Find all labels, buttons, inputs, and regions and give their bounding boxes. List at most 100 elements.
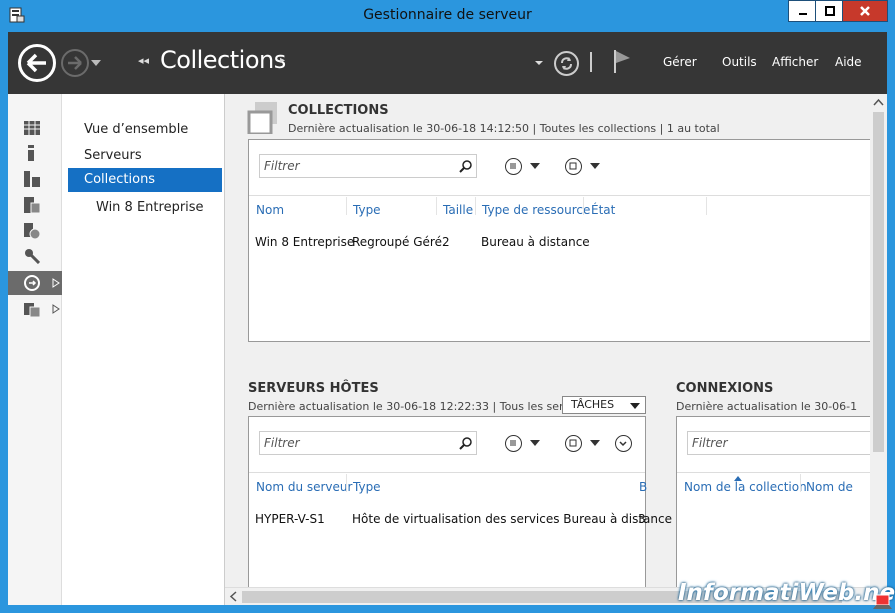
watermark: InformatiWeb.net [678, 580, 895, 606]
sidebar-local-server[interactable] [8, 141, 62, 165]
forward-button[interactable] [61, 49, 89, 77]
navigation-panel: Vue d’ensemble Serveurs Collections Win … [62, 94, 225, 605]
tasks-dropdown-icon [630, 403, 640, 409]
scroll-up-icon[interactable] [870, 96, 887, 110]
scroll-left-icon[interactable] [227, 588, 241, 605]
col-type[interactable]: Type [353, 480, 381, 494]
search-icon[interactable] [459, 159, 473, 173]
save-query-button[interactable] [565, 158, 582, 175]
title-bar[interactable]: Gestionnaire de serveur [0, 0, 895, 32]
col-etat[interactable]: État [591, 203, 615, 217]
list-options-button[interactable] [505, 158, 522, 175]
sidebar [8, 94, 62, 605]
nav-serveurs[interactable]: Serveurs [68, 144, 222, 168]
expand-button[interactable] [615, 435, 632, 452]
list-icon [510, 440, 516, 446]
connections-subtitle: Dernière actualisation le 30-06-1 [676, 400, 858, 413]
sidebar-remote-desktop-services[interactable] [8, 271, 62, 295]
save-icon [569, 162, 577, 170]
collections-title: COLLECTIONS [288, 103, 389, 118]
chevron-down-icon [619, 441, 627, 447]
search-icon[interactable] [459, 436, 473, 450]
vertical-scrollbar[interactable] [870, 94, 887, 605]
sidebar-dashboard[interactable] [8, 116, 62, 140]
col-taille[interactable]: Taille [443, 203, 473, 217]
close-button[interactable] [842, 0, 888, 22]
menu-afficher[interactable]: Afficher [772, 55, 818, 69]
arrow-left-icon [26, 53, 46, 73]
cell-truncated: 3 [638, 512, 646, 526]
menu-aide[interactable]: Aide [835, 55, 862, 69]
back-button[interactable] [18, 44, 56, 82]
menu-outils[interactable]: Outils [722, 55, 757, 69]
save-icon [569, 439, 577, 447]
dropdown-icon[interactable] [534, 60, 544, 66]
column-separator [475, 197, 476, 215]
col-nom-serveur[interactable]: Nom du serveur [256, 480, 352, 494]
collections-subtitle: Dernière actualisation le 30-06-18 14:12… [288, 122, 720, 135]
window-title: Gestionnaire de serveur [363, 7, 532, 23]
wrench-icon [25, 249, 40, 264]
cell-type: Hôte de virtualisation des services Bure… [352, 512, 672, 526]
hosts-filter-input[interactable]: Filtrer [259, 431, 477, 455]
minimize-icon [798, 13, 807, 15]
column-separator [583, 197, 584, 215]
connections-filter-bar: Filtrer [677, 417, 870, 473]
col-truncated[interactable]: Nom de [806, 480, 853, 494]
breadcrumb-title[interactable]: Collections [160, 46, 286, 74]
refresh-icon [561, 57, 572, 70]
cell-type-ressource: Bureau à distance [481, 235, 590, 249]
maximize-button[interactable] [815, 0, 843, 22]
column-separator [706, 197, 707, 215]
col-type[interactable]: Type [353, 203, 381, 217]
list-options-dropdown-icon[interactable] [530, 163, 540, 169]
column-separator [800, 474, 801, 492]
history-dropdown-icon[interactable] [90, 59, 102, 67]
col-type-ressource[interactable]: Type de ressource [482, 203, 590, 217]
flag-icon[interactable] [612, 48, 632, 74]
nav-vue-ensemble[interactable]: Vue d’ensemble [68, 118, 222, 142]
breadcrumb-chevrons: ◂◂ [138, 54, 150, 67]
col-nom-collection[interactable]: Nom de la collection [684, 480, 807, 494]
breadcrumb-chevron-right-icon[interactable]: ▸ [280, 55, 285, 66]
sidebar-wsus[interactable] [8, 297, 62, 321]
save-query-dropdown-icon[interactable] [590, 440, 600, 446]
menu-gerer[interactable]: Gérer [663, 55, 697, 69]
sidebar-file-services[interactable] [8, 193, 62, 217]
connections-title: CONNEXIONS [676, 381, 774, 396]
hosts-title: SERVEURS HÔTES [248, 381, 379, 396]
connections-filter-input[interactable]: Filtrer [687, 431, 870, 455]
nav-win8-entreprise[interactable]: Win 8 Entreprise [68, 196, 222, 220]
nav-collections[interactable]: Collections [68, 168, 222, 192]
minimize-button[interactable] [788, 0, 816, 22]
list-options-button[interactable] [505, 435, 522, 452]
sidebar-iis[interactable] [8, 219, 62, 243]
column-separator [346, 474, 347, 492]
connections-panel: Filtrer Nom de la collection Nom de [676, 416, 870, 587]
iis-icon [24, 223, 40, 239]
expand-arrow-icon[interactable] [52, 278, 60, 288]
save-query-button[interactable] [565, 435, 582, 452]
vertical-scroll-thumb[interactable] [873, 112, 884, 452]
collections-filter-input[interactable]: Filtrer [259, 154, 477, 178]
col-nom[interactable]: Nom [256, 203, 284, 217]
list-icon [510, 163, 516, 169]
dashboard-icon [24, 121, 40, 135]
toolbar-separator [590, 52, 592, 72]
watermark-laptop-icon [873, 594, 892, 609]
cell-nom-serveur: HYPER-V-S1 [255, 512, 325, 526]
sidebar-tools[interactable] [8, 244, 62, 268]
hosts-tasks-button[interactable]: TÂCHES [562, 396, 646, 414]
main-content: COLLECTIONS Dernière actualisation le 30… [225, 94, 870, 587]
hosts-filter-bar: Filtrer [249, 417, 645, 473]
maximize-icon [824, 6, 835, 16]
list-options-dropdown-icon[interactable] [530, 440, 540, 446]
save-query-dropdown-icon[interactable] [590, 163, 600, 169]
refresh-button[interactable] [554, 51, 579, 76]
col-truncated[interactable]: B [639, 480, 647, 494]
expand-arrow-icon[interactable] [52, 304, 60, 314]
cell-nom: Win 8 Entreprise [255, 235, 355, 249]
sidebar-all-servers[interactable] [8, 167, 62, 191]
cell-type: Regroupé Géré [352, 235, 442, 249]
server-manager-window: Gestionnaire de serveur ◂◂ Collections ▸… [0, 0, 895, 613]
